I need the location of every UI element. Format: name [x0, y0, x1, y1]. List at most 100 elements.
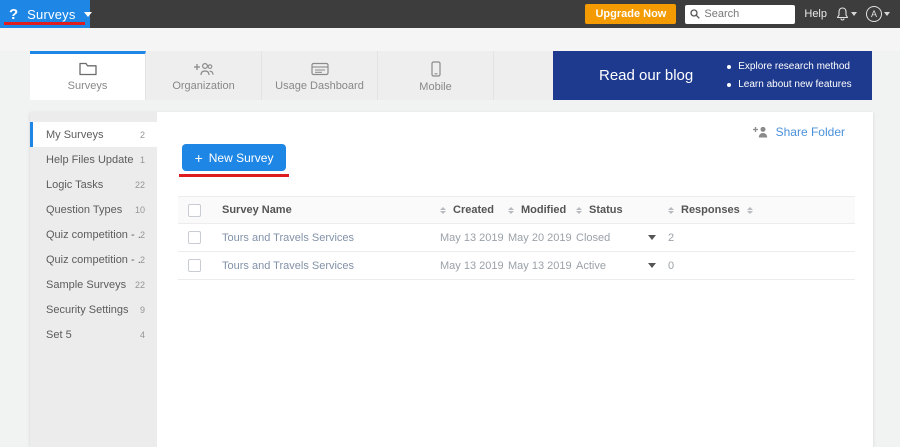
header-status[interactable]: Status [576, 204, 668, 216]
sidebar-item-count: 10 [135, 205, 145, 215]
blog-promo-banner[interactable]: Read our blog Explore research method Le… [553, 51, 872, 100]
table-row: Tours and Travels Services May 13 2019 M… [178, 224, 855, 252]
sort-icon[interactable] [576, 207, 582, 214]
mobile-icon [431, 61, 441, 77]
sidebar-item-set-5[interactable]: Set 5 4 [30, 322, 157, 347]
sidebar-item-help-files-update[interactable]: Help Files Update 1 [30, 147, 157, 172]
header-modified-label: Modified [521, 204, 566, 216]
sidebar-item-count: 4 [140, 330, 145, 340]
sort-icon[interactable] [508, 207, 514, 214]
table-row: Tours and Travels Services May 13 2019 M… [178, 252, 855, 280]
sort-icon[interactable] [668, 207, 674, 214]
sidebar-item-label: Logic Tasks [46, 179, 135, 191]
header-survey-name: Survey Name [222, 204, 440, 216]
sidebar-item-count: 2 [140, 130, 145, 140]
tabstrip-filler [494, 51, 553, 100]
product-label: Surveys [27, 7, 75, 22]
add-person-icon [753, 126, 769, 138]
new-survey-area: + New Survey [182, 144, 855, 177]
avatar: A [866, 6, 882, 22]
header-created[interactable]: Created [440, 204, 508, 216]
row-checkbox-cell [178, 259, 222, 272]
blog-bullet: Learn about new features [727, 76, 851, 94]
dashboard-icon [311, 62, 329, 76]
folder-icon [79, 62, 97, 76]
blog-bullet: Explore research method [727, 58, 851, 76]
upgrade-now-button[interactable]: Upgrade Now [585, 4, 676, 24]
search-input[interactable] [704, 8, 790, 20]
content-card: My Surveys 2 Help Files Update 1 Logic T… [30, 112, 873, 447]
tab-label: Mobile [419, 81, 451, 93]
tab-organization[interactable]: Organization [146, 51, 262, 100]
survey-name-link[interactable]: Tours and Travels Services [222, 232, 354, 244]
sidebar-item-question-types[interactable]: Question Types 10 [30, 197, 157, 222]
tab-surveys[interactable]: Surveys [30, 51, 146, 100]
search-icon [690, 9, 700, 19]
new-survey-button[interactable]: + New Survey [182, 144, 286, 171]
help-link[interactable]: Help [804, 8, 827, 20]
sidebar-item-label: Help Files Update [46, 154, 140, 166]
chevron-down-icon [851, 12, 857, 16]
tab-mobile[interactable]: Mobile [378, 51, 494, 100]
survey-name-link[interactable]: Tours and Travels Services [222, 260, 354, 272]
table-header-row: Survey Name Created Modified Status [178, 196, 855, 224]
tab-label: Surveys [68, 80, 108, 92]
header-responses-label: Responses [681, 204, 740, 216]
header-modified[interactable]: Modified [508, 204, 576, 216]
red-annotation-underline [179, 174, 289, 177]
header-created-label: Created [453, 204, 494, 216]
account-menu[interactable]: A [866, 6, 890, 22]
sidebar-item-logic-tasks[interactable]: Logic Tasks 22 [30, 172, 157, 197]
surveys-main-panel: Share Folder + New Survey Sur [157, 112, 873, 447]
notifications-menu[interactable] [836, 7, 857, 21]
select-all-checkbox[interactable] [188, 204, 201, 217]
topbar-actions: Upgrade Now Help A [585, 4, 900, 24]
row-checkbox[interactable] [188, 259, 201, 272]
sidebar-item-quiz-competition-1[interactable]: Quiz competition - ... 2 [30, 222, 157, 247]
tab-usage-dashboard[interactable]: Usage Dashboard [262, 51, 378, 100]
modified-date: May 20 2019 [508, 232, 572, 244]
chevron-down-icon [84, 12, 92, 17]
page-body: My Surveys 2 Help Files Update 1 Logic T… [0, 100, 900, 447]
new-survey-button-label: New Survey [209, 151, 274, 165]
tab-label: Usage Dashboard [275, 80, 364, 92]
brand-logo-icon: ? [9, 7, 18, 22]
row-checkbox[interactable] [188, 231, 201, 244]
app-screen: ? Surveys Upgrade Now Help A [0, 0, 900, 447]
search-box[interactable] [685, 5, 795, 24]
sidebar-item-my-surveys[interactable]: My Surveys 2 [30, 122, 157, 147]
sidebar-item-security-settings[interactable]: Security Settings 9 [30, 297, 157, 322]
status-value: Active [576, 260, 606, 272]
sidebar-item-sample-surveys[interactable]: Sample Surveys 22 [30, 272, 157, 297]
sidebar-item-label: Security Settings [46, 304, 140, 316]
sort-icon[interactable] [440, 207, 446, 214]
module-tabs: Surveys Organization Usage Dashboard Mob… [0, 51, 900, 100]
header-responses[interactable]: Responses [668, 204, 855, 216]
sidebar-item-label: Question Types [46, 204, 135, 216]
header-status-label: Status [589, 204, 623, 216]
sidebar-item-label: Set 5 [46, 329, 140, 341]
created-date: May 13 2019 [440, 232, 504, 244]
share-folder-link[interactable]: Share Folder [776, 125, 845, 139]
responses-count: 0 [668, 260, 674, 272]
created-date: May 13 2019 [440, 260, 504, 272]
plus-icon: + [195, 151, 203, 165]
status-dropdown[interactable]: Closed [576, 232, 668, 244]
product-switcher[interactable]: ? Surveys [0, 0, 90, 28]
bell-icon [836, 7, 849, 21]
sort-icon[interactable] [747, 207, 753, 214]
subheader-spacer [0, 28, 900, 51]
blog-banner-title: Read our blog [553, 67, 693, 84]
blog-bullet-list: Explore research method Learn about new … [727, 58, 851, 94]
add-people-icon [194, 62, 214, 76]
sidebar-item-quiz-competition-2[interactable]: Quiz competition - ... 2 [30, 247, 157, 272]
sidebar-item-count: 2 [140, 230, 145, 240]
header-checkbox-cell [178, 204, 222, 217]
status-dropdown[interactable]: Active [576, 260, 668, 272]
sidebar-item-label: Quiz competition - ... [46, 254, 140, 266]
responses-count: 2 [668, 232, 674, 244]
share-folder-row: Share Folder [178, 125, 855, 139]
modified-date: May 13 2019 [508, 260, 572, 272]
folders-sidebar: My Surveys 2 Help Files Update 1 Logic T… [30, 112, 157, 447]
tab-label: Organization [172, 80, 234, 92]
